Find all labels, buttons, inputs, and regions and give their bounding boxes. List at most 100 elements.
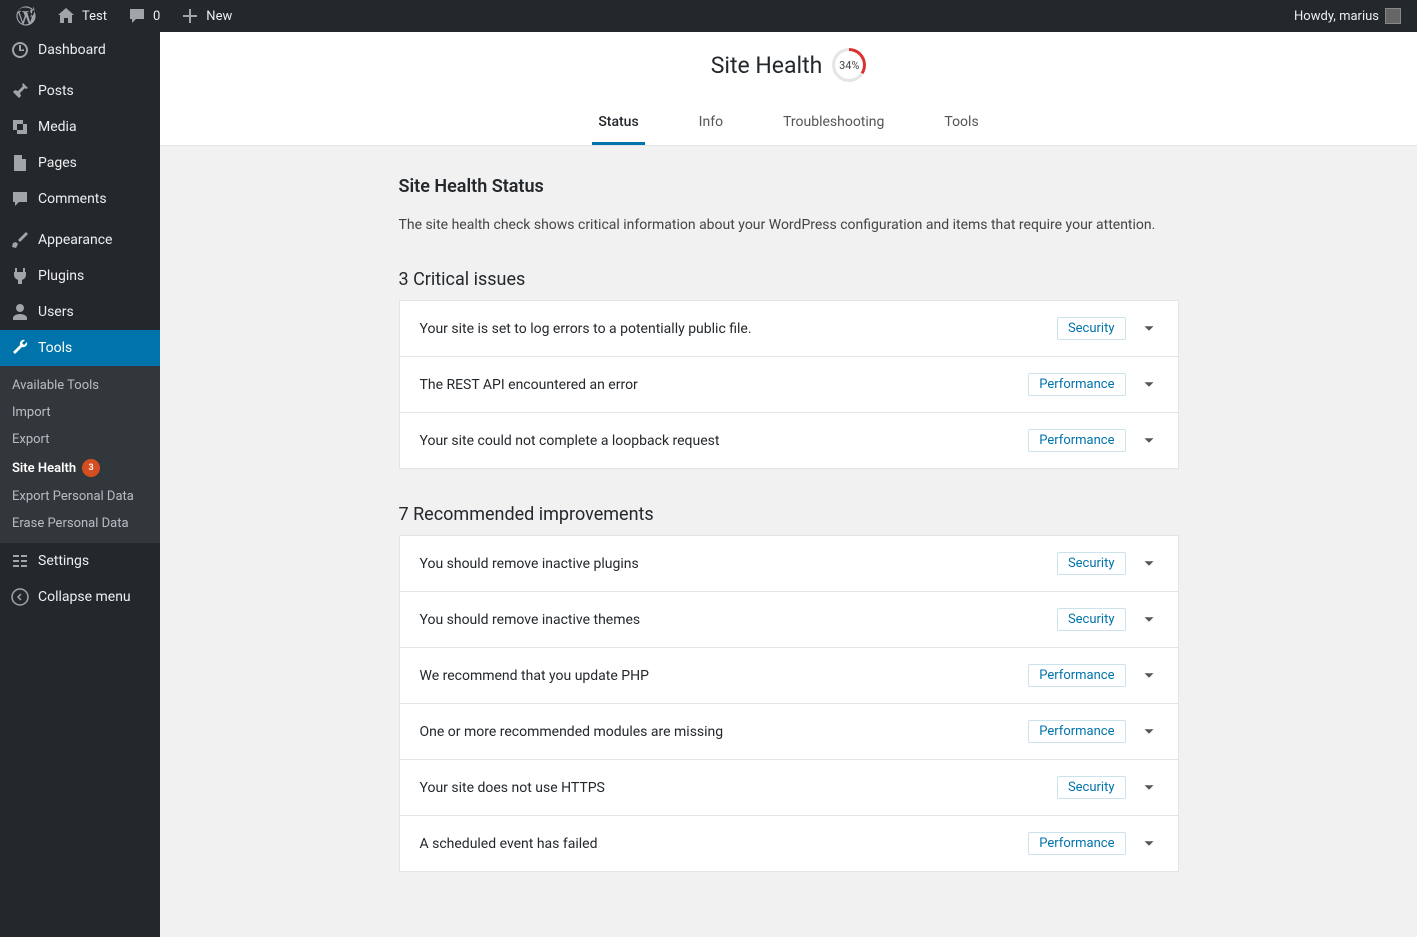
submenu-erase-personal-data[interactable]: Erase Personal Data (0, 510, 160, 537)
sidebar-item-label: Settings (38, 553, 89, 569)
issue-title: One or more recommended modules are miss… (420, 724, 724, 740)
plug-icon (10, 266, 30, 286)
issue-title: We recommend that you update PHP (420, 668, 649, 684)
sidebar-item-label: Media (38, 119, 77, 135)
issue-badge: Security (1057, 776, 1126, 799)
issue-row[interactable]: Your site could not complete a loopback … (399, 412, 1179, 469)
tools-submenu: Available Tools Import Export Site Healt… (0, 366, 160, 543)
collapse-icon (10, 587, 30, 607)
home-icon (56, 6, 76, 26)
admin-bar: Test 0 New Howdy, marius (0, 0, 1417, 32)
sidebar-item-media[interactable]: Media (0, 109, 160, 145)
sidebar-item-label: Appearance (38, 232, 112, 248)
issue-title: Your site is set to log errors to a pote… (420, 321, 752, 337)
issue-row[interactable]: Your site does not use HTTPS Security (399, 759, 1179, 816)
issue-title: You should remove inactive themes (420, 612, 641, 628)
greeting-label: Howdy, marius (1294, 9, 1379, 24)
issue-badge: Performance (1028, 720, 1125, 743)
issue-title: You should remove inactive plugins (420, 556, 639, 572)
dashboard-icon (10, 40, 30, 60)
content-area: Site Health 34% Status Info Troubleshoot… (160, 32, 1417, 937)
sidebar-item-comments[interactable]: Comments (0, 181, 160, 217)
wp-logo[interactable] (8, 0, 44, 32)
issue-title: A scheduled event has failed (420, 836, 598, 852)
gear-icon (10, 551, 30, 571)
wordpress-icon (16, 6, 36, 26)
issue-row[interactable]: A scheduled event has failed Performance (399, 815, 1179, 872)
site-name-link[interactable]: Test (48, 0, 115, 32)
health-progress-ring: 34% (832, 48, 866, 82)
site-name-label: Test (82, 9, 107, 24)
issue-badge: Security (1057, 552, 1126, 575)
issue-badge: Performance (1028, 373, 1125, 396)
submenu-site-health[interactable]: Site Health 3 (0, 453, 160, 483)
sidebar-item-label: Posts (38, 83, 74, 99)
submenu-export[interactable]: Export (0, 426, 160, 453)
tab-tools[interactable]: Tools (938, 102, 984, 145)
sidebar-item-label: Pages (38, 155, 77, 171)
recommended-issues-list: You should remove inactive plugins Securi… (399, 535, 1179, 872)
chevron-down-icon (1140, 667, 1158, 685)
tab-info[interactable]: Info (693, 102, 729, 145)
chevron-down-icon (1140, 835, 1158, 853)
issue-badge: Performance (1028, 832, 1125, 855)
page-icon (10, 153, 30, 173)
tab-status[interactable]: Status (592, 102, 644, 145)
new-content-link[interactable]: New (172, 0, 240, 32)
sidebar-item-tools[interactable]: Tools (0, 330, 160, 366)
tab-troubleshooting[interactable]: Troubleshooting (777, 102, 890, 145)
comment-icon (127, 6, 147, 26)
sidebar-item-plugins[interactable]: Plugins (0, 258, 160, 294)
chevron-down-icon (1140, 723, 1158, 741)
submenu-available-tools[interactable]: Available Tools (0, 372, 160, 399)
issue-badge: Security (1057, 608, 1126, 631)
sidebar-item-posts[interactable]: Posts (0, 73, 160, 109)
issue-row[interactable]: Your site is set to log errors to a pote… (399, 300, 1179, 357)
recommended-heading: 7 Recommended improvements (399, 504, 1179, 525)
chevron-down-icon (1140, 432, 1158, 450)
sidebar-item-users[interactable]: Users (0, 294, 160, 330)
issue-row[interactable]: The REST API encountered an error Perform… (399, 356, 1179, 413)
chevron-down-icon (1140, 555, 1158, 573)
comment-icon (10, 189, 30, 209)
sidebar-item-dashboard[interactable]: Dashboard (0, 32, 160, 68)
sidebar-item-pages[interactable]: Pages (0, 145, 160, 181)
issue-badge: Performance (1028, 429, 1125, 452)
sidebar-item-appearance[interactable]: Appearance (0, 222, 160, 258)
page-title: Site Health 34% (711, 48, 867, 82)
brush-icon (10, 230, 30, 250)
submenu-import[interactable]: Import (0, 399, 160, 426)
issue-row[interactable]: We recommend that you update PHP Performa… (399, 647, 1179, 704)
chevron-down-icon (1140, 320, 1158, 338)
issue-badge: Performance (1028, 664, 1125, 687)
new-label: New (206, 9, 232, 24)
issue-title: Your site could not complete a loopback … (420, 433, 720, 449)
collapse-menu[interactable]: Collapse menu (0, 579, 160, 615)
chevron-down-icon (1140, 779, 1158, 797)
collapse-label: Collapse menu (38, 589, 131, 605)
submenu-export-personal-data[interactable]: Export Personal Data (0, 483, 160, 510)
critical-issues-list: Your site is set to log errors to a pote… (399, 300, 1179, 469)
section-title: Site Health Status (399, 176, 1179, 197)
sidebar-item-settings[interactable]: Settings (0, 543, 160, 579)
plus-icon (180, 6, 200, 26)
issue-row[interactable]: You should remove inactive plugins Securi… (399, 535, 1179, 592)
sidebar-item-label: Dashboard (38, 42, 106, 58)
admin-sidebar: Dashboard Posts Media Pages Comments App… (0, 32, 160, 937)
media-icon (10, 117, 30, 137)
wrench-icon (10, 338, 30, 358)
account-link[interactable]: Howdy, marius (1286, 0, 1409, 32)
pin-icon (10, 81, 30, 101)
issue-row[interactable]: You should remove inactive themes Securit… (399, 591, 1179, 648)
issue-title: The REST API encountered an error (420, 377, 638, 393)
update-badge: 3 (82, 459, 100, 477)
sidebar-item-label: Tools (38, 340, 72, 356)
comments-link[interactable]: 0 (119, 0, 168, 32)
sidebar-item-label: Plugins (38, 268, 84, 284)
issue-row[interactable]: One or more recommended modules are miss… (399, 703, 1179, 760)
user-icon (10, 302, 30, 322)
issue-badge: Security (1057, 317, 1126, 340)
page-header: Site Health 34% Status Info Troubleshoot… (160, 32, 1417, 146)
issue-title: Your site does not use HTTPS (420, 780, 605, 796)
critical-issues-heading: 3 Critical issues (399, 269, 1179, 290)
